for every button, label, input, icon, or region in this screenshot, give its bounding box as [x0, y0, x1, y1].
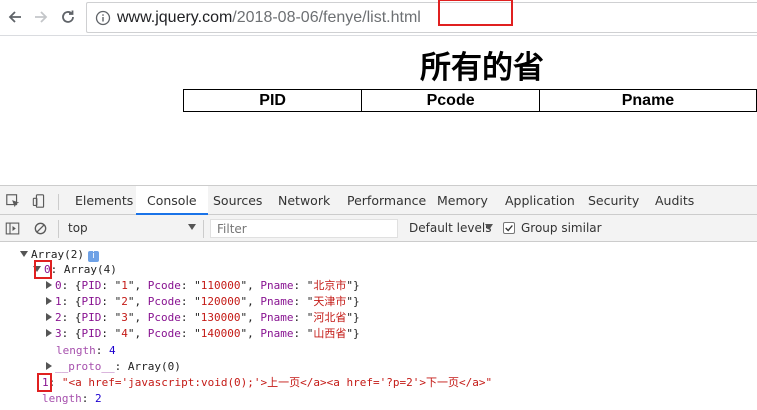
- row-pid: 2: [121, 295, 128, 308]
- collapse-triangle-icon[interactable]: [46, 297, 52, 305]
- length-value: 2: [95, 392, 102, 405]
- toolbar-divider: [58, 220, 59, 238]
- log-levels-dropdown[interactable]: Default levels: [409, 221, 491, 235]
- highlight-box-index-0: [34, 260, 52, 279]
- back-button[interactable]: [4, 6, 26, 28]
- forward-button[interactable]: [30, 6, 52, 28]
- tab-audits[interactable]: Audits: [655, 186, 694, 215]
- console-array-header[interactable]: Array(2) i: [20, 248, 99, 262]
- url-path: /2018-08-06/fenye/: [232, 9, 367, 26]
- collapse-triangle-icon[interactable]: [46, 362, 52, 370]
- collapse-triangle-icon[interactable]: [46, 329, 52, 337]
- pagination-html-string: "<a href='javascript:void(0);'>上一页</a><a…: [61, 376, 493, 389]
- row-pname: 天津市: [313, 295, 347, 308]
- toolbar-divider: [58, 194, 59, 210]
- column-header-pid: PID: [182, 89, 363, 112]
- info-icon[interactable]: i: [87, 251, 99, 262]
- filter-input[interactable]: [210, 219, 398, 238]
- console-inner-length: length: 4: [56, 344, 116, 357]
- group-similar-label: Group similar: [521, 221, 602, 235]
- row-pcode: 120000: [200, 295, 241, 308]
- row-index: 2: [55, 311, 62, 324]
- reload-button[interactable]: [57, 6, 79, 28]
- clear-console-icon: [34, 222, 46, 234]
- inspect-element-button[interactable]: [4, 192, 22, 210]
- tab-performance[interactable]: Performance: [347, 186, 426, 215]
- console-object-row[interactable]: 3: {PID: "4", Pcode: "140000", Pname: "山…: [46, 327, 360, 341]
- column-header-pname: Pname: [538, 89, 757, 112]
- row-index: 0: [55, 279, 62, 292]
- device-mode-icon: [32, 194, 45, 208]
- group-similar-checkbox[interactable]: [503, 222, 515, 234]
- property-key: length: [42, 392, 82, 405]
- site-info-icon[interactable]: [95, 10, 111, 26]
- tab-network[interactable]: Network: [278, 186, 330, 215]
- row-index: 1: [55, 295, 62, 308]
- console-object-row[interactable]: 2: {PID: "3", Pcode: "130000", Pname: "河…: [46, 311, 360, 325]
- row-pname: 山西省: [313, 327, 347, 340]
- tab-elements[interactable]: Elements: [75, 186, 133, 215]
- property-value: Array(4): [63, 263, 117, 276]
- console-toolbar: top Default levels Group similar: [0, 215, 757, 242]
- checkmark-icon: [505, 225, 513, 232]
- column-header-pcode: Pcode: [361, 89, 540, 112]
- reload-icon: [62, 10, 74, 23]
- context-dropdown-icon[interactable]: [188, 224, 196, 230]
- row-pcode: 140000: [200, 327, 241, 340]
- inspect-cursor-icon: [6, 194, 20, 208]
- url-host: www.jquery.com: [117, 9, 233, 26]
- levels-dropdown-icon[interactable]: [485, 224, 493, 230]
- device-toolbar-button[interactable]: [31, 192, 49, 210]
- browser-toolbar: www.jquery.com/2018-08-06/fenye/list.htm…: [0, 0, 757, 36]
- console-object-row[interactable]: 0: {PID: "1", Pcode: "110000", Pname: "北…: [46, 279, 360, 293]
- clear-console-button[interactable]: [31, 219, 49, 237]
- collapse-triangle-icon[interactable]: [46, 313, 52, 321]
- url-highlight-box: [438, 0, 513, 26]
- row-pname: 北京市: [313, 279, 347, 292]
- console-output: Array(2) i 0: Array(4) 0: {PID: "1", Pcod…: [0, 243, 757, 410]
- tab-security[interactable]: Security: [588, 186, 639, 215]
- forward-arrow-icon: [35, 11, 48, 23]
- property-colon: :: [50, 263, 64, 276]
- page-title: 所有的省: [420, 50, 544, 86]
- row-pname: 河北省: [313, 311, 347, 324]
- row-pcode: 110000: [200, 279, 241, 292]
- expand-triangle-icon[interactable]: [20, 251, 28, 257]
- row-pid: 1: [121, 279, 128, 292]
- context-selector[interactable]: top: [68, 221, 88, 235]
- tab-application[interactable]: Application: [505, 186, 575, 215]
- console-proto-row[interactable]: __proto__: Array(0): [46, 360, 181, 374]
- toolbar-divider: [203, 220, 204, 238]
- table-header-row: PID Pcode Pname: [182, 89, 757, 112]
- console-object-row[interactable]: 1: {PID: "2", Pcode: "120000", Pname: "天…: [46, 295, 360, 309]
- back-arrow-icon: [8, 11, 21, 23]
- property-key: length: [56, 344, 96, 357]
- collapse-triangle-icon[interactable]: [46, 281, 52, 289]
- province-table: PID Pcode Pname: [182, 89, 757, 112]
- url-text: www.jquery.com/2018-08-06/fenye/list.htm…: [117, 9, 421, 27]
- row-index: 3: [55, 327, 62, 340]
- proto-value: Array(0): [127, 360, 181, 373]
- console-item-1[interactable]: 1: "<a href='javascript:void(0);'>上一页</a…: [42, 376, 492, 390]
- property-key: __proto__: [55, 360, 115, 373]
- row-pid: 3: [121, 311, 128, 324]
- tab-console[interactable]: Console: [136, 186, 208, 215]
- url-file: list.html: [366, 9, 421, 26]
- devtools-panel: Elements Console Sources Network Perform…: [0, 185, 757, 410]
- sidebar-toggle-icon: [5, 222, 19, 234]
- console-outer-length: length: 2: [42, 392, 102, 405]
- address-bar[interactable]: www.jquery.com/2018-08-06/fenye/list.htm…: [86, 0, 757, 33]
- devtools-tab-bar: Elements Console Sources Network Perform…: [0, 185, 757, 215]
- tab-sources[interactable]: Sources: [213, 186, 262, 215]
- row-pid: 4: [121, 327, 128, 340]
- length-value: 4: [109, 344, 116, 357]
- show-sidebar-button[interactable]: [3, 219, 21, 237]
- row-pcode: 130000: [200, 311, 241, 324]
- highlight-box-index-1: [37, 373, 52, 392]
- tab-memory[interactable]: Memory: [437, 186, 488, 215]
